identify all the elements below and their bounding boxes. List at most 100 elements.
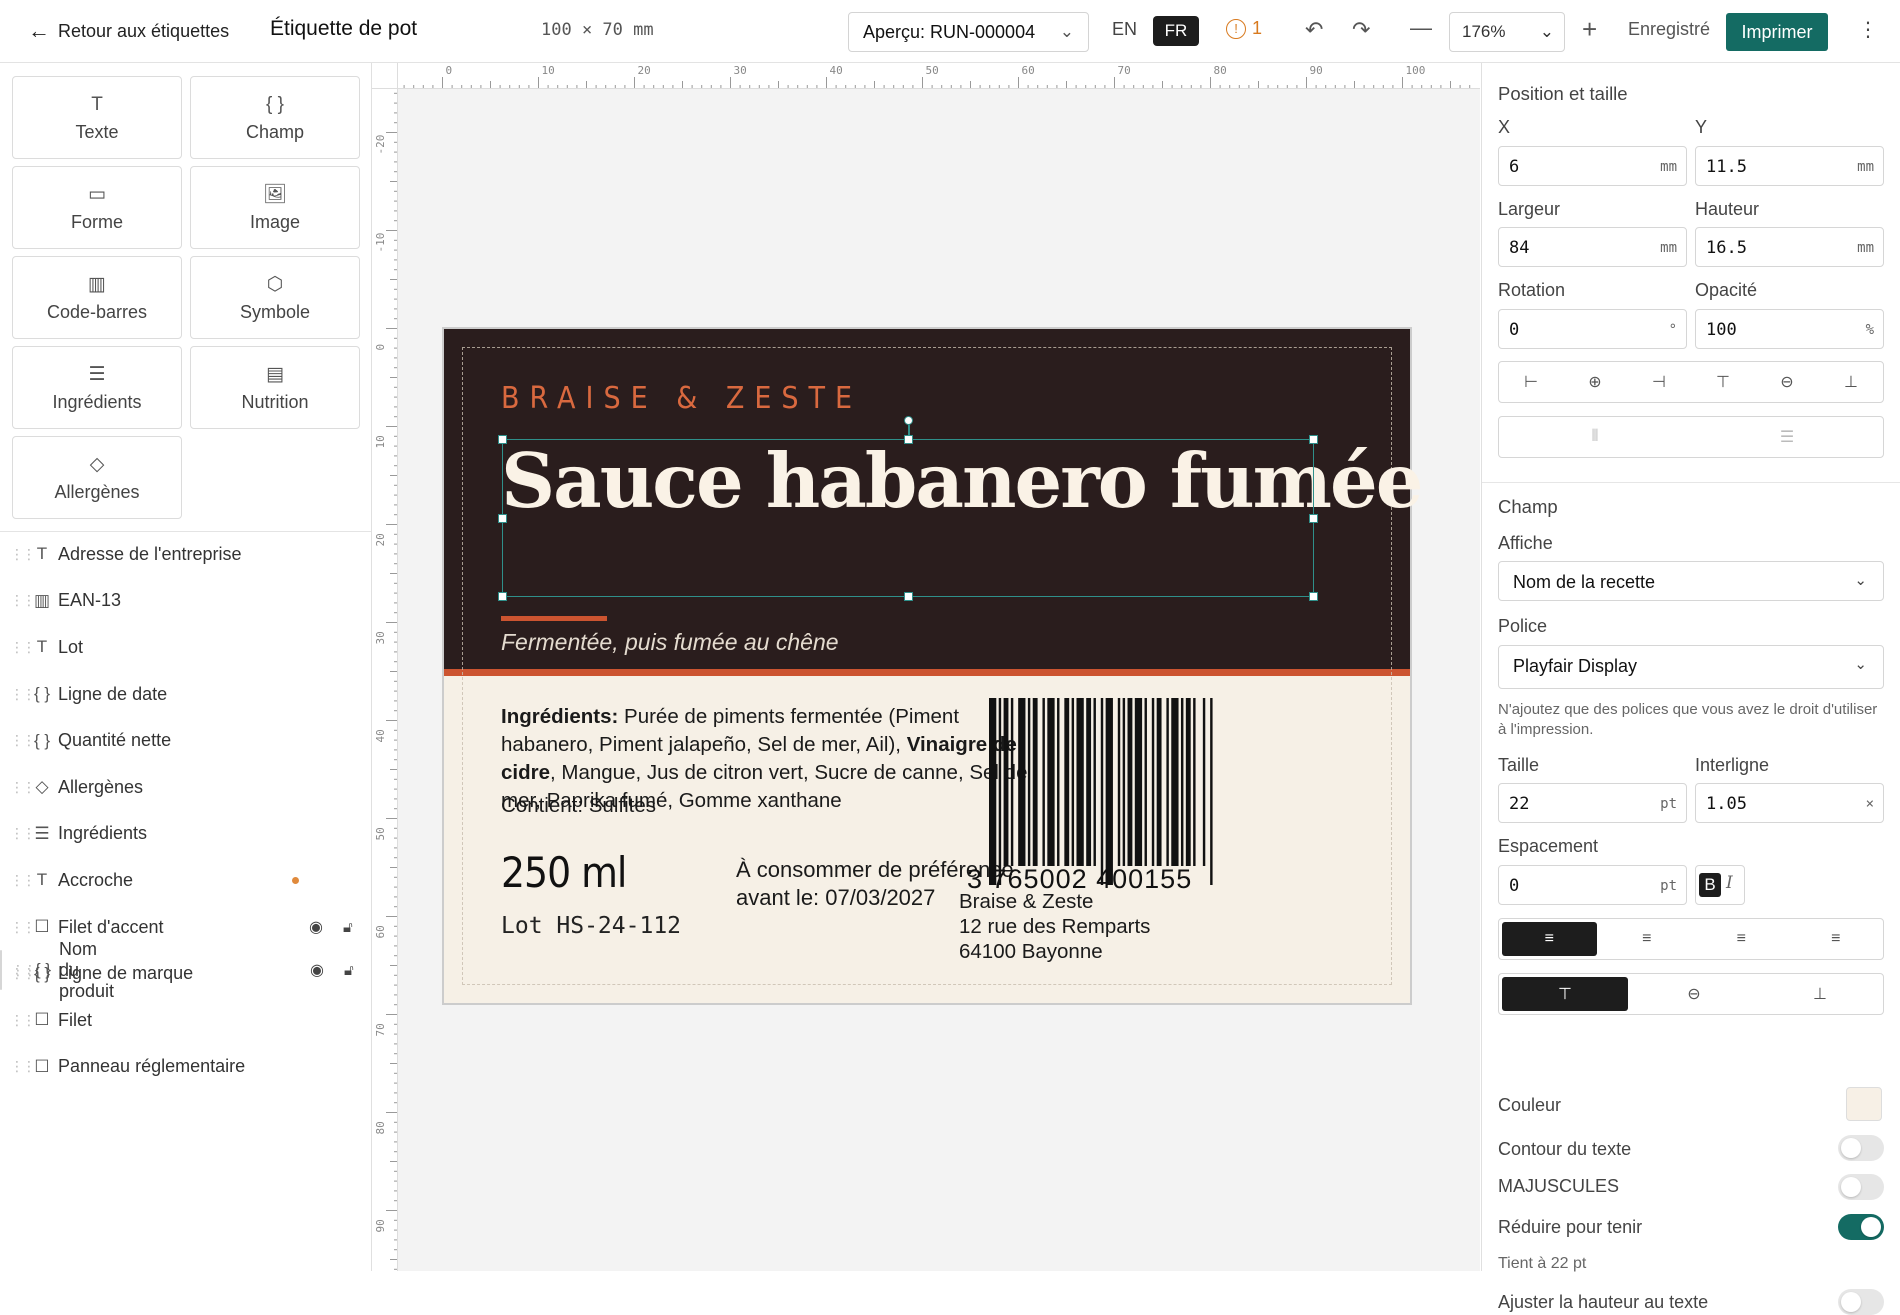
lang-en-button[interactable]: EN — [1112, 19, 1137, 40]
outline-toggle[interactable] — [1838, 1135, 1884, 1161]
brand-line[interactable]: BRAISE & ZESTE — [501, 381, 862, 416]
lot-number[interactable]: Lot HS-24-112 — [501, 913, 681, 939]
selection-box[interactable] — [498, 416, 1318, 601]
layer-item[interactable]: ⋮⋮ ◇ Allergènes — [0, 764, 371, 811]
align-left-icon[interactable]: ⊢ — [1499, 362, 1563, 402]
valign-middle-icon[interactable]: ⊖ — [1631, 974, 1757, 1014]
zoom-select[interactable]: 176% ⌄ — [1449, 12, 1565, 52]
align-right-icon[interactable]: ⊣ — [1627, 362, 1691, 402]
resize-handle[interactable] — [498, 592, 507, 601]
color-swatch[interactable] — [1846, 1087, 1882, 1121]
tool-forme[interactable]: ▭ Forme — [12, 166, 182, 249]
resize-handle[interactable] — [1309, 514, 1318, 523]
width-input[interactable]: 84 mm — [1498, 227, 1687, 267]
layer-item[interactable]: ⋮⋮ ▥ EAN-13 — [0, 578, 371, 625]
line-height-input[interactable]: 1.05 × — [1695, 783, 1884, 823]
y-value: 11.5 — [1706, 157, 1747, 177]
size-input[interactable]: 22 pt — [1498, 783, 1687, 823]
font-select[interactable]: Playfair Display ⌄ — [1498, 645, 1884, 689]
resize-handle[interactable] — [1309, 592, 1318, 601]
tool-ingredients[interactable]: ☰ Ingrédients — [12, 346, 182, 429]
rotate-handle[interactable] — [904, 416, 913, 425]
text-align-justify-icon[interactable]: ≡ — [1789, 919, 1884, 959]
redo-icon[interactable]: ↷ — [1352, 17, 1370, 43]
resize-handle[interactable] — [498, 514, 507, 523]
height-input[interactable]: 16.5 mm — [1695, 227, 1884, 267]
distribute-v-icon[interactable]: ☰ — [1691, 417, 1883, 457]
shrink-toggle[interactable] — [1838, 1214, 1884, 1240]
text-align-right-icon[interactable]: ≡ — [1694, 919, 1789, 959]
eye-icon[interactable]: ◉ — [309, 917, 323, 937]
zoom-out-icon[interactable]: — — [1410, 15, 1432, 41]
layer-item[interactable]: ⋮⋮{ } Quantité nette — [0, 717, 371, 764]
barcode-bar — [989, 698, 997, 885]
lang-fr-button[interactable]: FR — [1153, 16, 1199, 46]
unlock-icon[interactable]: 🔓︎ — [343, 919, 353, 936]
autoheight-toggle[interactable] — [1838, 1289, 1884, 1315]
align-middle-icon[interactable]: ⊖ — [1755, 362, 1819, 402]
layer-item[interactable]: ⋮⋮ T Accroche — [0, 857, 371, 904]
italic-toggle[interactable]: I — [1726, 873, 1733, 893]
unit-label: × — [1865, 796, 1874, 812]
align-center-h-icon[interactable]: ⊕ — [1563, 362, 1627, 402]
tool-texte[interactable]: T Texte — [12, 76, 182, 159]
text-align-center-icon[interactable]: ≡ — [1600, 919, 1695, 959]
layer-item[interactable]: ⋮⋮ ☐ Panneau réglementaire — [0, 1044, 371, 1091]
y-input[interactable]: 11.5 mm — [1695, 146, 1884, 186]
net-quantity[interactable]: 250 ml — [501, 848, 627, 897]
barcode-graphic[interactable] — [989, 698, 1215, 885]
warnings-button[interactable]: ! 1 — [1226, 18, 1262, 39]
resize-handle[interactable] — [1309, 435, 1318, 444]
valign-bottom-icon[interactable]: ⊥ — [1757, 974, 1883, 1014]
print-button[interactable]: Imprimer — [1726, 13, 1828, 51]
undo-icon[interactable]: ↶ — [1305, 17, 1323, 43]
barcode-bar — [1185, 698, 1191, 866]
allergens-line[interactable]: Contient: Sulfites — [501, 794, 656, 818]
resize-handle[interactable] — [498, 435, 507, 444]
tool-code-barres[interactable]: ▥ Code-barres — [12, 256, 182, 339]
preview-select[interactable]: Aperçu: RUN-000004 ⌄ — [848, 12, 1089, 52]
company-address[interactable]: Braise & Zeste 12 rue des Remparts 64100… — [959, 889, 1150, 964]
layer-item[interactable]: ⋮⋮ ☐ Filet — [0, 997, 371, 1044]
barcode-bar — [1047, 698, 1055, 866]
barcode-bar — [1064, 698, 1070, 866]
layer-item[interactable]: ⋮⋮{ } Ligne de marque — [0, 950, 371, 997]
tool-image[interactable]: 🖼 Image — [190, 166, 360, 249]
layer-item[interactable]: ⋮⋮ ☰ Ingrédients — [0, 811, 371, 858]
tool-champ[interactable]: { } Champ — [190, 76, 360, 159]
spacing-label: Espacement — [1498, 836, 1599, 856]
resize-handle[interactable] — [904, 435, 913, 444]
resize-handle[interactable] — [904, 592, 913, 601]
accent-rule[interactable] — [501, 616, 607, 621]
layer-type-icon: { } — [33, 730, 51, 750]
tool-icon: ☰ — [88, 364, 106, 385]
rotation-input[interactable]: 0 ° — [1498, 309, 1687, 349]
spacing-input[interactable]: 0 pt — [1498, 865, 1687, 905]
opacity-input[interactable]: 100% — [1695, 309, 1884, 349]
bold-toggle[interactable]: B — [1699, 873, 1721, 897]
x-input[interactable]: 6 mm — [1498, 146, 1687, 186]
tool-nutrition[interactable]: ▤ Nutrition — [190, 346, 360, 429]
valign-top-icon[interactable]: ⊤ — [1502, 977, 1628, 1011]
layer-item[interactable]: ⋮⋮ T Adresse de l'entreprise — [0, 531, 371, 578]
canvas-area[interactable]: 0 10 20 30 40 50 60 70 80 90 100 -20 -10 0 10 20 30 40 50… — [372, 63, 1480, 1271]
text-align-left-icon[interactable]: ≡ — [1502, 922, 1597, 956]
tool-allergenes[interactable]: ◇ Allergènes — [12, 436, 182, 519]
uppercase-toggle[interactable] — [1838, 1174, 1884, 1200]
tagline[interactable]: Fermentée, puis fumée au chêne — [501, 629, 839, 656]
barcode-bar — [1032, 698, 1038, 866]
layer-item[interactable]: ⋮⋮{ } Ligne de date — [0, 671, 371, 718]
layer-name: Adresse de l'entreprise — [58, 543, 242, 564]
align-bottom-icon[interactable]: ⊥ — [1819, 362, 1883, 402]
back-link[interactable]: ← Retour aux étiquettes — [28, 18, 229, 44]
label-artboard[interactable]: BRAISE & ZESTE Sauce habanero fumée Ferm… — [444, 329, 1423, 1003]
layer-item[interactable]: ⋮⋮ T Lot — [0, 624, 371, 671]
align-top-icon[interactable]: ⊤ — [1691, 362, 1755, 402]
field-source-select[interactable]: Nom de la recette ⌄ — [1498, 561, 1884, 601]
zoom-in-icon[interactable]: + — [1582, 14, 1597, 45]
distribute-h-icon[interactable]: ⫴ — [1499, 417, 1691, 457]
tool-symbole[interactable]: ⬡ Symbole — [190, 256, 360, 339]
tool-label: Symbole — [239, 302, 311, 322]
more-menu-icon[interactable]: ⋮ — [1858, 17, 1878, 42]
layer-item[interactable]: ⋮⋮ ☐ Filet d'accent ◉ 🔓︎ — [0, 904, 371, 951]
